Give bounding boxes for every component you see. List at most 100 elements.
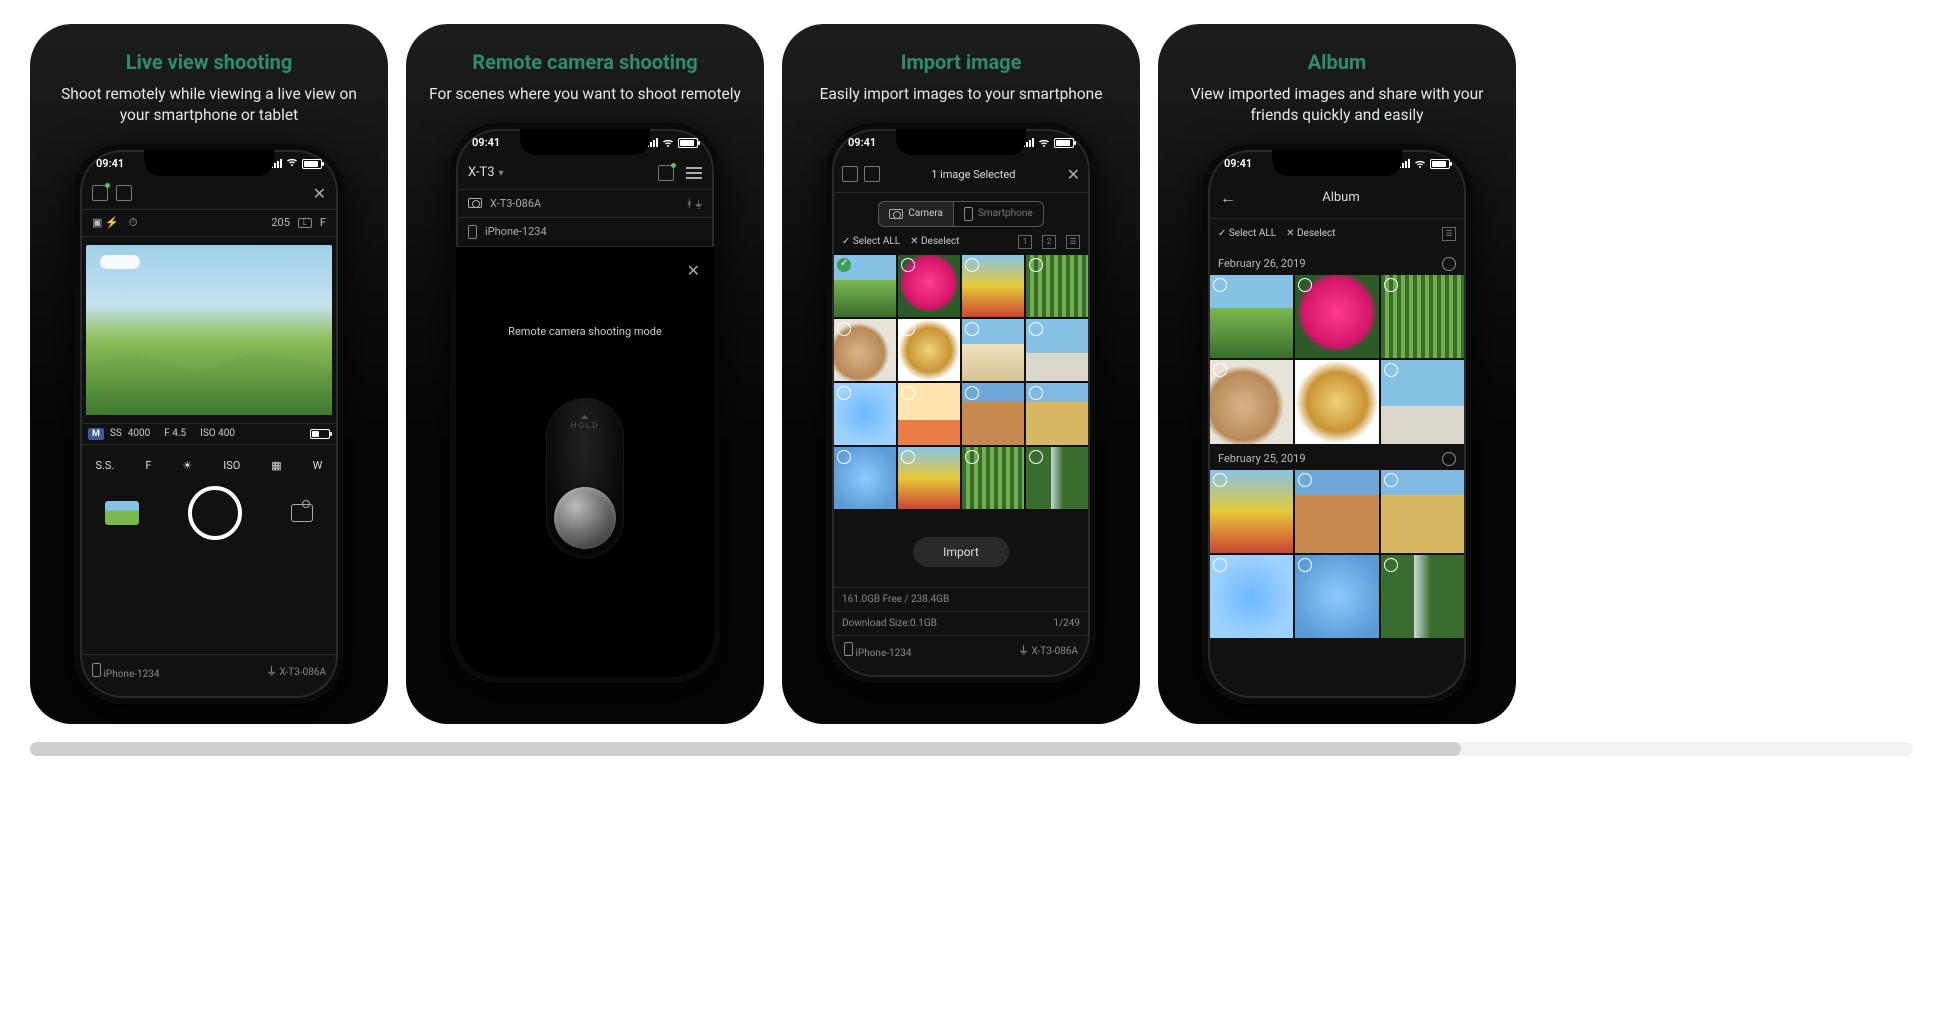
view-mode-icon[interactable]: ☰ xyxy=(1066,235,1080,249)
thumb[interactable] xyxy=(1381,275,1464,358)
shutter-button[interactable] xyxy=(188,486,242,540)
thumb[interactable] xyxy=(1210,470,1293,553)
thumb[interactable] xyxy=(1210,555,1293,638)
back-icon[interactable]: ← xyxy=(1220,188,1236,208)
thumb[interactable] xyxy=(1381,470,1464,553)
selection-count: 1 image Selected xyxy=(880,168,1067,181)
select-circle[interactable] xyxy=(1213,558,1227,572)
deselect[interactable]: ✕ Deselect xyxy=(1286,228,1335,239)
card-slot-2[interactable]: 2 xyxy=(1042,235,1056,249)
select-circle[interactable] xyxy=(1298,278,1312,292)
select-circle[interactable] xyxy=(1213,363,1227,377)
select-circle[interactable] xyxy=(965,386,979,400)
select-circle[interactable] xyxy=(1384,278,1398,292)
select-all[interactable]: ✓ Select ALL xyxy=(842,236,900,247)
battery-icon xyxy=(678,138,698,148)
select-circle[interactable] xyxy=(1213,278,1227,292)
tab-camera[interactable]: Camera xyxy=(878,201,953,227)
orientation-icon[interactable] xyxy=(842,166,858,182)
select-circle[interactable] xyxy=(1029,258,1043,272)
select-circle[interactable] xyxy=(1298,558,1312,572)
card-slot-1[interactable]: 1 xyxy=(1018,235,1032,249)
view-mode-icon[interactable]: ☰ xyxy=(1442,227,1456,241)
thumb[interactable] xyxy=(962,447,1024,509)
thumb[interactable] xyxy=(1210,275,1293,358)
connection-footer: iPhone-1234 ⏚ X-T3-086A xyxy=(832,635,1090,677)
ctrl-ss[interactable]: S.S. xyxy=(95,459,114,472)
select-circle[interactable] xyxy=(965,322,979,336)
thumb[interactable] xyxy=(1381,555,1464,638)
thumb[interactable] xyxy=(962,383,1024,445)
phone-notch xyxy=(896,129,1026,155)
select-circle[interactable] xyxy=(1384,363,1398,377)
select-circle[interactable] xyxy=(837,386,851,400)
thumb[interactable] xyxy=(834,255,896,317)
date-select-circle[interactable] xyxy=(1442,452,1456,466)
thumb[interactable] xyxy=(1026,383,1088,445)
select-circle[interactable] xyxy=(1298,363,1312,377)
select-circle[interactable] xyxy=(837,322,851,336)
scrollbar-thumb[interactable] xyxy=(30,742,1461,756)
import-button[interactable]: Import xyxy=(913,537,1009,567)
select-circle[interactable] xyxy=(1029,450,1043,464)
thumb[interactable] xyxy=(834,383,896,445)
thumb[interactable] xyxy=(1026,319,1088,381)
ctrl-filmsim[interactable]: ▦ xyxy=(271,459,281,472)
select-circle[interactable] xyxy=(901,450,915,464)
last-photo-thumb[interactable] xyxy=(105,501,139,525)
ctrl-iso[interactable]: ISO xyxy=(223,459,240,472)
thumb[interactable] xyxy=(898,319,960,381)
close-icon[interactable]: ✕ xyxy=(687,261,700,280)
select-circle[interactable] xyxy=(1384,558,1398,572)
camera-selector[interactable]: X-T3▾ xyxy=(468,165,504,180)
thumb[interactable] xyxy=(834,319,896,381)
select-circle[interactable] xyxy=(1213,473,1227,487)
gallery-icon[interactable] xyxy=(92,185,108,201)
thumb[interactable] xyxy=(898,255,960,317)
thumb[interactable] xyxy=(1295,470,1378,553)
thumb[interactable] xyxy=(898,447,960,509)
thumb[interactable] xyxy=(898,383,960,445)
thumb[interactable] xyxy=(1026,255,1088,317)
shutter-button[interactable] xyxy=(554,487,616,549)
app-screen: 1 image Selected ✕ Camera Smartphone ✓ S… xyxy=(832,129,1090,677)
thumb[interactable] xyxy=(1210,360,1293,443)
thumb[interactable] xyxy=(1026,447,1088,509)
select-circle[interactable] xyxy=(1298,473,1312,487)
thumb[interactable] xyxy=(1295,360,1378,443)
live-view[interactable] xyxy=(86,245,332,415)
ctrl-f[interactable]: F xyxy=(145,459,151,472)
orientation-icon[interactable] xyxy=(116,185,132,201)
thumb[interactable] xyxy=(1295,275,1378,358)
shutter-slider[interactable]: HOLD xyxy=(546,398,624,558)
date-select-circle[interactable] xyxy=(1442,257,1456,271)
status-time: 09:41 xyxy=(1224,157,1252,170)
select-circle[interactable] xyxy=(837,450,851,464)
select-circle[interactable] xyxy=(1029,322,1043,336)
thumb[interactable] xyxy=(962,319,1024,381)
thumb[interactable] xyxy=(1295,555,1378,638)
select-circle[interactable] xyxy=(837,258,851,272)
select-circle[interactable] xyxy=(1384,473,1398,487)
deselect[interactable]: ✕ Deselect xyxy=(910,236,959,247)
select-circle[interactable] xyxy=(901,386,915,400)
thumb[interactable] xyxy=(1381,360,1464,443)
select-circle[interactable] xyxy=(965,258,979,272)
ctrl-wb[interactable]: W xyxy=(313,459,323,472)
select-circle[interactable] xyxy=(901,258,915,272)
thumb[interactable] xyxy=(962,255,1024,317)
menu-icon[interactable] xyxy=(686,167,702,179)
gallery-icon[interactable] xyxy=(658,165,674,181)
video-mode-icon[interactable] xyxy=(291,504,313,522)
close-icon[interactable]: ✕ xyxy=(1067,165,1080,184)
select-circle[interactable] xyxy=(1029,386,1043,400)
select-all[interactable]: ✓ Select ALL xyxy=(1218,228,1276,239)
close-icon[interactable]: ✕ xyxy=(313,184,326,203)
tab-smartphone[interactable]: Smartphone xyxy=(953,201,1044,227)
rotate-icon[interactable] xyxy=(864,166,880,182)
ctrl-ev[interactable]: ☀ xyxy=(182,459,192,472)
horizontal-scrollbar[interactable] xyxy=(30,742,1913,756)
thumb[interactable] xyxy=(834,447,896,509)
select-circle[interactable] xyxy=(901,322,915,336)
select-circle[interactable] xyxy=(965,450,979,464)
